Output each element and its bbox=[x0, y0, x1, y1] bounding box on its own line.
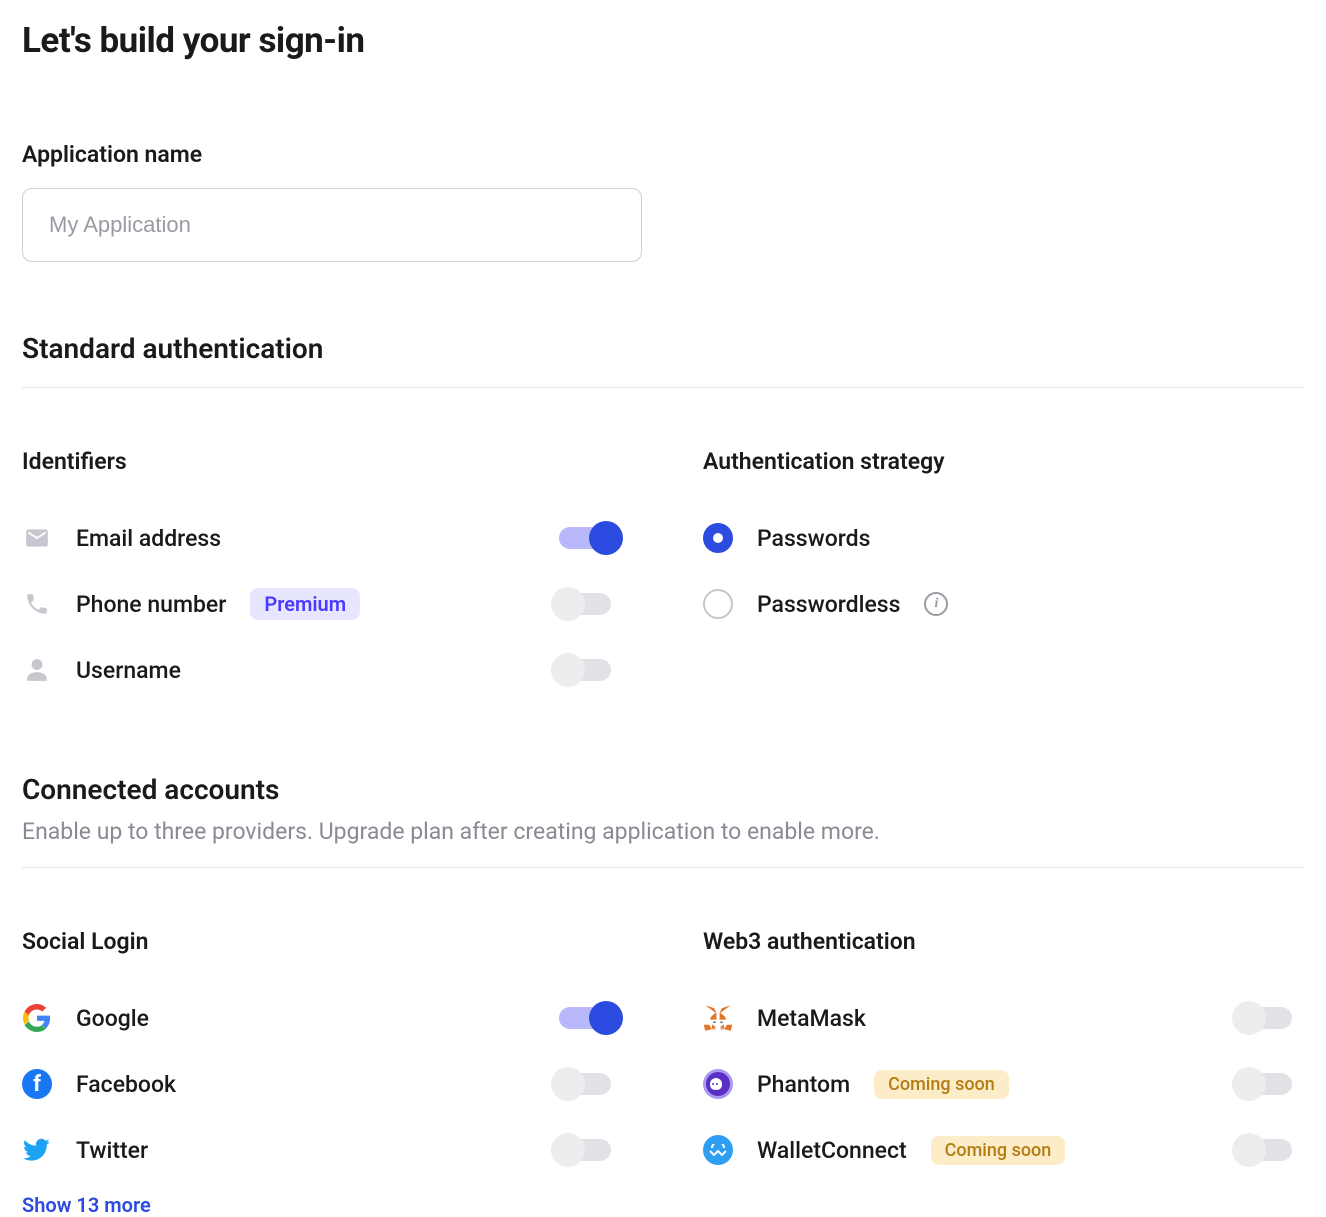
mail-icon bbox=[22, 523, 52, 553]
connected-heading: Connected accounts bbox=[22, 773, 1304, 810]
toggle-facebook[interactable] bbox=[551, 1067, 623, 1101]
coming-soon-badge: Coming soon bbox=[931, 1136, 1066, 1165]
toggle-walletconnect[interactable] bbox=[1232, 1133, 1304, 1167]
toggle-email[interactable] bbox=[551, 521, 623, 555]
app-name-input[interactable] bbox=[22, 188, 642, 262]
identifiers-title: Identifiers bbox=[22, 448, 623, 475]
connected-sub: Enable up to three providers. Upgrade pl… bbox=[22, 818, 1304, 845]
web3-title: Web3 authentication bbox=[703, 928, 1304, 955]
google-icon bbox=[22, 1003, 52, 1033]
web3-metamask: MetaMask bbox=[703, 985, 1304, 1051]
web3-walletconnect: WalletConnect Coming soon bbox=[703, 1117, 1304, 1183]
facebook-icon: f bbox=[22, 1069, 52, 1099]
walletconnect-icon bbox=[703, 1135, 733, 1165]
social-twitter: Twitter bbox=[22, 1117, 623, 1183]
strategy-passwords[interactable]: Passwords bbox=[703, 505, 1304, 571]
identifier-username: Username bbox=[22, 637, 623, 703]
info-icon[interactable]: i bbox=[924, 592, 948, 616]
app-name-label: Application name bbox=[22, 141, 1304, 168]
coming-soon-badge: Coming soon bbox=[874, 1070, 1009, 1099]
web3-phantom: Phantom Coming soon bbox=[703, 1051, 1304, 1117]
strategy-passwordless[interactable]: Passwordless i bbox=[703, 571, 1304, 637]
web3-label: MetaMask bbox=[757, 1005, 866, 1032]
standard-auth-heading: Standard authentication bbox=[22, 332, 1304, 388]
social-label: Twitter bbox=[76, 1137, 148, 1164]
strategy-label: Passwordless bbox=[757, 591, 900, 618]
web3-label: Phantom bbox=[757, 1071, 850, 1098]
user-icon bbox=[22, 655, 52, 685]
identifier-phone: Phone number Premium bbox=[22, 571, 623, 637]
phone-icon bbox=[22, 589, 52, 619]
toggle-phone[interactable] bbox=[551, 587, 623, 621]
twitter-icon bbox=[22, 1135, 52, 1165]
social-title: Social Login bbox=[22, 928, 623, 955]
identifier-email: Email address bbox=[22, 505, 623, 571]
page-title: Let's build your sign-in bbox=[22, 20, 1304, 61]
premium-badge: Premium bbox=[250, 588, 360, 620]
phantom-icon bbox=[703, 1069, 733, 1099]
show-more-social[interactable]: Show 13 more bbox=[22, 1193, 623, 1217]
radio-passwordless[interactable] bbox=[703, 589, 733, 619]
metamask-icon bbox=[703, 1003, 733, 1033]
strategy-label: Passwords bbox=[757, 525, 870, 552]
radio-passwords[interactable] bbox=[703, 523, 733, 553]
identifier-label: Email address bbox=[76, 525, 221, 552]
strategy-title: Authentication strategy bbox=[703, 448, 1304, 475]
social-label: Facebook bbox=[76, 1071, 176, 1098]
toggle-metamask[interactable] bbox=[1232, 1001, 1304, 1035]
social-facebook: f Facebook bbox=[22, 1051, 623, 1117]
web3-label: WalletConnect bbox=[757, 1137, 907, 1164]
toggle-twitter[interactable] bbox=[551, 1133, 623, 1167]
identifier-label: Phone number bbox=[76, 591, 226, 618]
social-google: Google bbox=[22, 985, 623, 1051]
social-label: Google bbox=[76, 1005, 149, 1032]
toggle-phantom[interactable] bbox=[1232, 1067, 1304, 1101]
toggle-username[interactable] bbox=[551, 653, 623, 687]
identifier-label: Username bbox=[76, 657, 181, 684]
toggle-google[interactable] bbox=[551, 1001, 623, 1035]
